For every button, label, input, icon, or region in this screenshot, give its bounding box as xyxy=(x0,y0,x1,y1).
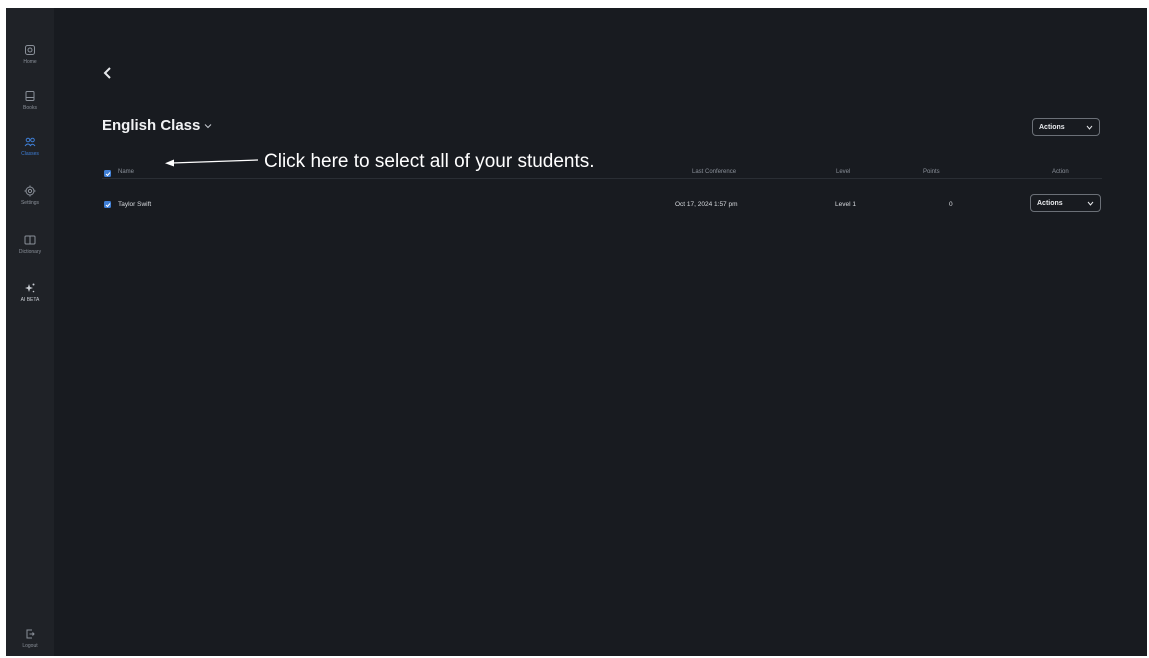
annotation-text: Click here to select all of your student… xyxy=(264,151,595,172)
sidebar-item-home[interactable]: Home xyxy=(6,44,54,65)
checkmark-icon xyxy=(105,202,110,207)
last-conference-value: Oct 17, 2024 1:57 pm xyxy=(675,201,738,208)
chevron-down-icon xyxy=(1087,201,1094,206)
chevron-down-icon xyxy=(1086,125,1093,130)
table-header-divider xyxy=(102,178,1102,179)
actions-label: Actions xyxy=(1039,123,1065,131)
logout-icon xyxy=(26,629,35,639)
column-header-action: Action xyxy=(1052,169,1069,175)
home-icon xyxy=(25,45,35,55)
back-button[interactable] xyxy=(102,66,114,80)
chevron-down-icon xyxy=(205,123,212,128)
column-header-name[interactable]: Name xyxy=(118,169,134,175)
row-checkbox[interactable] xyxy=(104,201,111,208)
chevron-left-icon xyxy=(103,67,111,79)
sidebar-item-books[interactable]: Books xyxy=(6,90,54,111)
column-header-last-conference[interactable]: Last Conference xyxy=(692,169,736,175)
sidebar-item-settings[interactable]: Settings xyxy=(6,185,54,206)
logout-button[interactable]: Logout xyxy=(6,628,54,649)
row-actions-dropdown[interactable]: Actions xyxy=(1030,194,1101,212)
checkmark-icon xyxy=(105,171,110,176)
sidebar-item-dictionary[interactable]: Dictionary xyxy=(6,234,54,255)
select-all-checkbox[interactable] xyxy=(104,170,111,177)
column-header-level[interactable]: Level xyxy=(836,169,850,175)
points-value: 0 xyxy=(949,201,953,208)
ai-sparkle-icon xyxy=(25,283,35,293)
app-window: Home Books Classes Settings Dictionary A… xyxy=(6,8,1147,656)
sidebar-item-ai-beta[interactable]: AI BETA xyxy=(6,282,54,303)
sidebar-item-label: Dictionary xyxy=(18,249,42,255)
sidebar-item-label: Home xyxy=(23,59,37,65)
annotation-arrow xyxy=(165,159,259,167)
sidebar-item-label: Books xyxy=(23,105,37,111)
sidebar-item-label: AI BETA xyxy=(20,297,40,303)
gear-icon xyxy=(24,185,36,197)
level-value: Level 1 xyxy=(835,201,856,208)
logout-label: Logout xyxy=(22,643,38,649)
classes-icon xyxy=(24,137,36,147)
dictionary-icon xyxy=(24,235,36,245)
class-selector[interactable]: English Class xyxy=(102,117,212,134)
column-header-points[interactable]: Points xyxy=(923,169,940,175)
book-icon xyxy=(25,91,35,101)
sidebar-item-label: Settings xyxy=(20,200,40,206)
class-actions-dropdown[interactable]: Actions xyxy=(1032,118,1100,136)
student-name[interactable]: Taylor Swift xyxy=(118,201,151,208)
class-name: English Class xyxy=(102,117,201,134)
sidebar-item-label: Classes xyxy=(21,151,39,157)
sidebar-item-classes[interactable]: Classes xyxy=(6,136,54,157)
sidebar: Home Books Classes Settings Dictionary A… xyxy=(6,8,54,656)
actions-label: Actions xyxy=(1037,199,1063,207)
